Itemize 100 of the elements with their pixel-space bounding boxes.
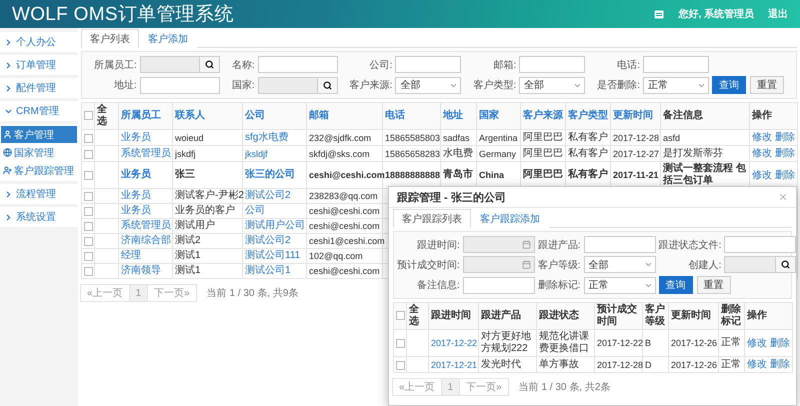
table-cell: ceshi@ceshi.com xyxy=(306,162,382,188)
input-field[interactable] xyxy=(462,276,535,294)
column-header[interactable]: 公司 xyxy=(242,102,306,130)
select-field[interactable]: 全部 xyxy=(519,76,586,94)
prev-page-button[interactable]: «上一页 xyxy=(80,284,130,302)
search-icon xyxy=(781,260,790,269)
action-link[interactable]: 修改 xyxy=(747,338,767,348)
input-field[interactable] xyxy=(642,56,709,73)
card-icon[interactable] xyxy=(654,10,664,18)
sidebar-subitem[interactable]: 客户管理 xyxy=(1,126,77,143)
column-header[interactable]: 邮箱 xyxy=(306,102,382,130)
chevron-right-icon xyxy=(4,84,13,92)
checkbox[interactable] xyxy=(84,252,93,262)
action-link[interactable]: 删除 xyxy=(775,170,795,180)
action-link[interactable]: 修改 xyxy=(747,359,767,370)
search-button[interactable] xyxy=(318,76,338,94)
table-cell: 2017-12-26 xyxy=(668,356,718,372)
column-header: 客户等级 xyxy=(642,302,668,330)
reset-button[interactable]: 重置 xyxy=(696,276,731,294)
sidebar-item[interactable]: 订单管理 xyxy=(0,55,78,75)
sidebar-item[interactable]: 系统设置 xyxy=(0,207,78,227)
select-field[interactable]: 全部 xyxy=(395,76,462,94)
input-field[interactable] xyxy=(724,236,796,253)
search-button[interactable] xyxy=(200,56,220,73)
column-header[interactable]: 更新时间 xyxy=(610,102,660,130)
table-cell: 业务员的客户 xyxy=(172,204,242,218)
action-link[interactable]: 删除 xyxy=(770,338,790,348)
checkbox[interactable] xyxy=(84,222,93,232)
logout-link[interactable]: 退出 xyxy=(768,7,788,21)
table-cell: 2017-12-26 xyxy=(668,330,718,356)
chevron-right-icon xyxy=(4,212,13,222)
tab[interactable]: 客户跟踪列表 xyxy=(393,209,471,228)
checkbox[interactable] xyxy=(84,150,93,159)
column-header[interactable]: 客户来源 xyxy=(520,102,566,130)
checkbox[interactable] xyxy=(84,207,93,216)
action-link[interactable]: 修改 xyxy=(752,132,772,143)
checkbox[interactable] xyxy=(396,339,405,348)
table-cell: 正常 xyxy=(718,356,744,372)
query-button[interactable]: 查询 xyxy=(712,76,746,94)
checkbox[interactable] xyxy=(84,134,93,143)
column-header: 删除标记 xyxy=(718,302,744,330)
checkbox[interactable] xyxy=(84,192,93,202)
checkbox[interactable] xyxy=(84,267,93,276)
table-cell: 规范化讲课费更换借口 xyxy=(536,330,594,356)
page-button[interactable]: 1 xyxy=(128,284,148,302)
input-field[interactable] xyxy=(258,56,338,73)
next-page-button[interactable]: 下一页» xyxy=(147,284,197,302)
field-label: 跟进状态文件: xyxy=(658,238,722,252)
input-field[interactable] xyxy=(519,56,586,73)
action-link[interactable]: 修改 xyxy=(752,170,772,180)
input-field[interactable] xyxy=(395,56,462,73)
sidebar-subitem[interactable]: 国家管理 xyxy=(1,144,77,161)
input-field[interactable] xyxy=(140,76,220,94)
prev-page-button[interactable]: «上一页 xyxy=(392,378,442,396)
reset-button[interactable]: 重置 xyxy=(750,76,784,94)
select-field[interactable]: 正常 xyxy=(642,76,709,94)
table-cell: 私有客户 xyxy=(566,146,610,162)
tab[interactable]: 客户列表 xyxy=(81,29,139,48)
action-link[interactable]: 删除 xyxy=(775,132,795,143)
query-button[interactable]: 查询 xyxy=(658,276,693,294)
table-cell: ceshi@ceshi.com xyxy=(306,204,382,218)
chevron-right-icon xyxy=(4,60,13,70)
column-header[interactable]: 所属员工 xyxy=(118,102,172,130)
checkbox[interactable] xyxy=(84,237,93,246)
sidebar-item[interactable]: CRM管理 xyxy=(0,101,78,121)
select-field[interactable]: 全部 xyxy=(584,256,656,273)
checkbox[interactable] xyxy=(396,360,405,370)
sidebar-item[interactable]: 配件管理 xyxy=(0,78,78,98)
column-header[interactable]: 国家 xyxy=(476,102,520,130)
table-cell: 2017-12-28 xyxy=(610,130,660,146)
sidebar-subitem[interactable]: 客户跟踪管理 xyxy=(1,162,77,179)
sidebar-item[interactable]: 个人办公 xyxy=(0,32,78,52)
checkbox[interactable] xyxy=(84,110,93,120)
page-button[interactable]: 1 xyxy=(440,378,460,396)
table-cell: woieud xyxy=(172,130,242,146)
next-page-button[interactable]: 下一页» xyxy=(459,378,509,396)
action-link[interactable]: 删除 xyxy=(775,148,795,159)
column-header: 备注信息 xyxy=(660,102,750,130)
select-field[interactable]: 正常 xyxy=(584,276,656,294)
column-header[interactable]: 电话 xyxy=(382,102,440,130)
search-icon xyxy=(322,80,332,90)
input-field[interactable] xyxy=(584,236,656,253)
field-label: 所属员工: xyxy=(93,58,137,72)
column-header[interactable]: 地址 xyxy=(440,102,476,130)
user-plus-icon xyxy=(3,166,12,175)
close-button[interactable] xyxy=(778,192,788,202)
field-label: 跟进产品: xyxy=(538,238,581,252)
column-header[interactable]: 客户类型 xyxy=(566,102,610,130)
action-link[interactable]: 删除 xyxy=(770,359,790,370)
checkbox[interactable] xyxy=(84,171,93,180)
table-cell: 测试2 xyxy=(172,234,242,248)
checkbox[interactable] xyxy=(396,310,405,320)
page-summary: 当前 1 / 30 条, 共2条 xyxy=(518,380,610,394)
search-button[interactable] xyxy=(776,256,796,273)
action-link[interactable]: 修改 xyxy=(752,148,772,159)
field-label: 备注信息: xyxy=(416,278,460,292)
sidebar-item[interactable]: 流程管理 xyxy=(0,184,78,204)
column-header[interactable]: 联系人 xyxy=(172,102,242,130)
table-cell: 2017-12-27 xyxy=(610,146,660,162)
table-cell: skfdj@sks.com xyxy=(306,146,382,162)
